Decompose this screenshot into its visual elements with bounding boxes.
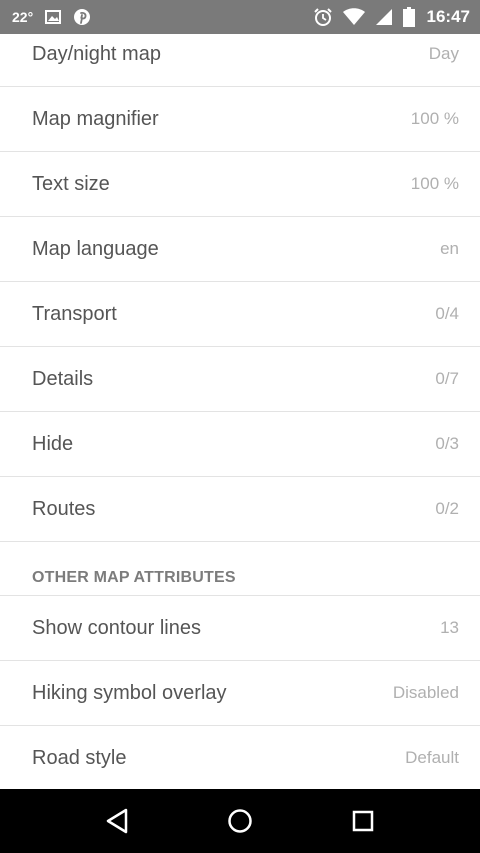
- setting-value: 0/7: [435, 369, 459, 388]
- setting-map-language[interactable]: Map language en: [0, 217, 480, 282]
- setting-value: 100 %: [410, 109, 459, 128]
- setting-value: Day: [428, 44, 459, 63]
- setting-label: Map language: [32, 237, 159, 260]
- settings-list: Day/night map Day Map magnifier 100 % Te…: [0, 22, 480, 791]
- setting-show-contour-lines[interactable]: Show contour lines 13: [0, 596, 480, 661]
- setting-label: Map magnifier: [32, 107, 159, 130]
- setting-label: Details: [32, 367, 94, 390]
- setting-hiking-symbol-overlay[interactable]: Hiking symbol overlay Disabled: [0, 661, 480, 726]
- setting-road-style[interactable]: Road style Default: [0, 726, 480, 791]
- setting-value: 0/4: [435, 304, 459, 323]
- setting-day-night-map[interactable]: Day/night map Day: [0, 22, 480, 87]
- section-title: OTHER MAP ATTRIBUTES: [32, 569, 236, 586]
- recents-icon: [353, 810, 374, 832]
- home-icon: [228, 809, 252, 833]
- setting-value: 13: [440, 618, 459, 637]
- setting-text-size[interactable]: Text size 100 %: [0, 152, 480, 217]
- setting-label: Hiking symbol overlay: [32, 681, 227, 704]
- navigation-bar: [0, 789, 480, 853]
- back-button[interactable]: [87, 791, 147, 851]
- setting-details[interactable]: Details 0/7: [0, 347, 480, 412]
- setting-routes[interactable]: Routes 0/2: [0, 477, 480, 542]
- setting-value: en: [440, 239, 459, 258]
- setting-label: Text size: [32, 172, 110, 195]
- setting-value: Default: [405, 748, 459, 767]
- setting-value: 100 %: [410, 174, 459, 193]
- setting-value: 0/3: [435, 434, 459, 453]
- home-button[interactable]: [210, 791, 270, 851]
- setting-value: 0/2: [435, 499, 459, 518]
- setting-transport[interactable]: Transport 0/4: [0, 282, 480, 347]
- setting-value: Disabled: [392, 683, 459, 702]
- back-icon: [106, 808, 127, 834]
- recents-button[interactable]: [333, 791, 393, 851]
- setting-hide[interactable]: Hide 0/3: [0, 412, 480, 477]
- setting-label: Road style: [32, 746, 127, 769]
- section-header-other-map-attributes: OTHER MAP ATTRIBUTES: [0, 542, 480, 596]
- setting-label: Hide: [32, 432, 74, 455]
- setting-label: Day/night map: [32, 42, 161, 65]
- setting-label: Transport: [32, 302, 117, 325]
- setting-label: Routes: [32, 497, 96, 520]
- setting-map-magnifier[interactable]: Map magnifier 100 %: [0, 87, 480, 152]
- setting-label: Show contour lines: [32, 616, 201, 639]
